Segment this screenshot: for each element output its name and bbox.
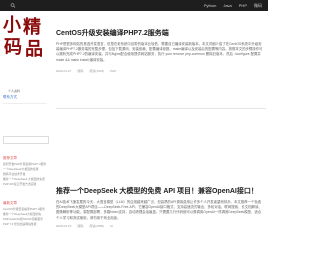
- post-card: CentOS升级安装编译PHP7.2服务端 PHP是很多网站的首选开发语言，但是…: [56, 29, 268, 74]
- recent-articles-list: CentOS升级安装编译PHP7.2服务 推荐一个DeepSeek大模型的免 P…: [3, 207, 49, 227]
- nav-item-weima[interactable]: 微码: [254, 1, 262, 10]
- post-views: 阅读(2586): [89, 223, 105, 228]
- logo-char: 精: [23, 17, 41, 38]
- site-logo[interactable]: 小 精 码 品: [3, 17, 45, 67]
- search-icon[interactable]: [10, 3, 16, 8]
- logo-char: 小: [3, 15, 21, 36]
- post-meta: 2020-01-27 微码 阅读(1023) PHP: [56, 69, 268, 74]
- sidebar-search-box[interactable]: [3, 136, 49, 144]
- logo-char: 码: [4, 37, 22, 58]
- divider: [56, 108, 266, 109]
- post-title[interactable]: 推荐一个DeepSeek 大模型的免费 API 项目！兼容OpenAI接口！: [56, 187, 268, 196]
- post-excerpt: PHP是很多网站的首选开发语言，但是在老系统中自带的版本比较低，需要自己编译安装…: [56, 42, 263, 62]
- top-nav: Python Java PHP 微码: [204, 1, 262, 10]
- post-title[interactable]: CentOS升级安装编译PHP7.2服务端: [56, 29, 268, 38]
- post-card: 推荐一个DeepSeek 大模型的免费 API 项目！兼容OpenAI接口！ 在…: [56, 187, 268, 229]
- hot-articles-heading: 推荐文章: [3, 156, 17, 160]
- post-meta: 2025-03-15 微码 阅读(2586) AI: [56, 224, 268, 229]
- post-tag[interactable]: AI: [110, 224, 113, 229]
- nav-item-java[interactable]: Java: [223, 1, 231, 10]
- post-tag[interactable]: PHP: [110, 69, 116, 74]
- post-views: 阅读(1023): [89, 68, 105, 73]
- sidebar: 小 精 码 品 个人资料 联系方式 推荐文章 如何开发PHP扩展使用PHP7.2…: [0, 11, 52, 260]
- hot-articles-list: 如何开发PHP扩展使用PHP7.2服务 一个DeepSeek大模型的使用 微码平…: [3, 162, 49, 187]
- post-date: 2025-03-15: [56, 223, 72, 228]
- profile-caption: 个人资料: [8, 89, 21, 93]
- contact-link[interactable]: 联系方式: [3, 95, 17, 100]
- logo-char: 品: [25, 39, 43, 60]
- top-bar: Python Java PHP 微码: [0, 0, 268, 11]
- list-item[interactable]: PHP 7.3 优化加速网站性能: [3, 222, 49, 227]
- post-author[interactable]: 微码: [77, 69, 83, 74]
- post-excerpt: 在AI技术飞速发展的今天，大语言模型（LLM）的应用越来越广泛，但高昂的API调…: [56, 200, 262, 220]
- recent-articles-heading: 最新文章: [3, 201, 17, 205]
- post-author[interactable]: 微码: [77, 224, 83, 229]
- nav-item-php[interactable]: PHP: [239, 1, 247, 10]
- nav-item-python[interactable]: Python: [204, 1, 216, 10]
- divider: [3, 103, 47, 104]
- list-item[interactable]: PHP API接口开发方法实践: [3, 182, 49, 187]
- post-date: 2020-01-27: [56, 68, 72, 73]
